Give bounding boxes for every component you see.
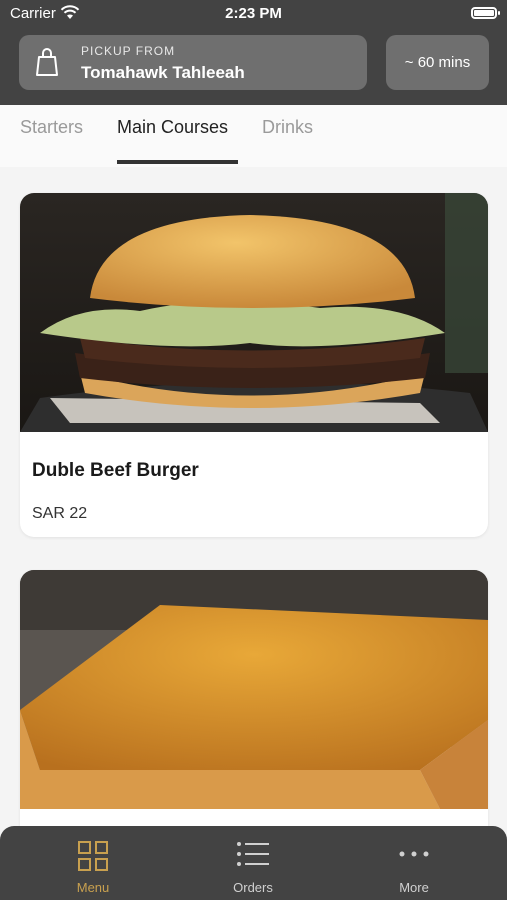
- pickup-location-selector[interactable]: PICKUP FROM Tomahawk Tahleeah: [19, 35, 367, 90]
- bottom-navigation: Menu Orders More: [0, 826, 507, 900]
- status-bar: Carrier 2:23 PM: [0, 0, 507, 28]
- header: PICKUP FROM Tomahawk Tahleeah ~ 60 mins: [0, 28, 507, 105]
- menu-item-name: Duble Beef Burger: [32, 460, 199, 481]
- active-tab-indicator: [117, 160, 238, 164]
- more-dots-icon: [399, 851, 429, 857]
- pickup-location-name: Tomahawk Tahleeah: [81, 63, 245, 82]
- menu-item-price: SAR 22: [32, 505, 88, 522]
- nav-menu[interactable]: Menu: [23, 826, 163, 900]
- clock: 2:23 PM: [225, 5, 282, 22]
- wait-time-badge[interactable]: ~ 60 mins: [386, 35, 489, 90]
- burger-photo: [20, 193, 488, 432]
- category-tabs: Starters Main Courses Drinks: [0, 105, 507, 167]
- nav-more-label: More: [399, 880, 429, 895]
- tab-main-courses[interactable]: Main Courses: [117, 117, 228, 138]
- battery-icon: [471, 7, 500, 19]
- pickup-label: PICKUP FROM: [81, 44, 176, 58]
- sandwich-photo: [20, 570, 488, 809]
- list-icon: [237, 842, 269, 866]
- grid-icon: [78, 841, 108, 871]
- tab-drinks[interactable]: Drinks: [262, 117, 313, 138]
- menu-item-card[interactable]: [20, 570, 488, 870]
- tab-starters[interactable]: Starters: [20, 117, 83, 138]
- nav-orders-label: Orders: [233, 880, 273, 895]
- shopping-bag-icon: [36, 48, 58, 76]
- nav-more[interactable]: More: [344, 826, 484, 900]
- menu-item-card[interactable]: Duble Beef Burger SAR 22: [20, 193, 488, 537]
- nav-menu-label: Menu: [76, 880, 110, 895]
- nav-orders[interactable]: Orders: [183, 826, 323, 900]
